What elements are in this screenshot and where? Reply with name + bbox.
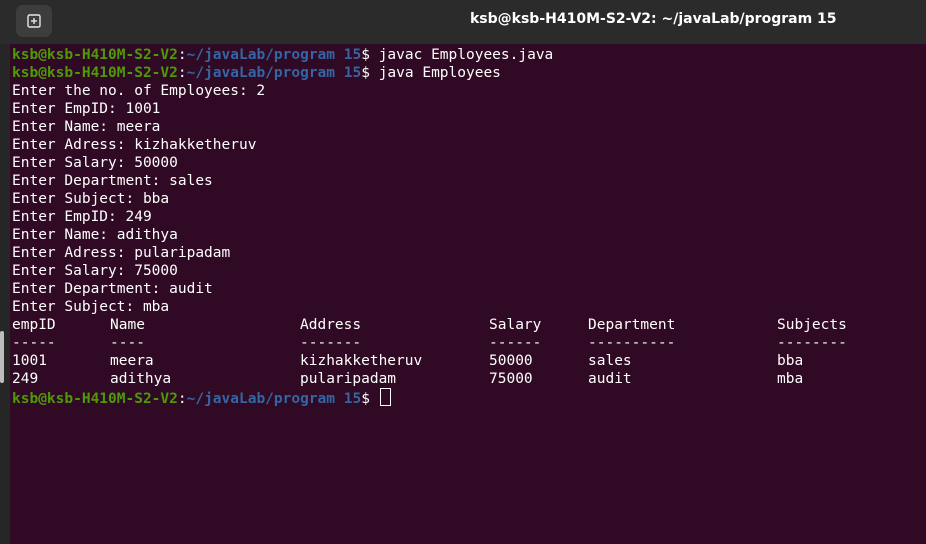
table-header: Subjects <box>777 317 847 333</box>
output-line: Enter Salary: 50000 <box>12 155 178 171</box>
prompt-user-host: ksb@ksb-H410M-S2-V2 <box>12 391 178 407</box>
prompt-separator: : <box>177 47 187 63</box>
output-line: Enter EmpID: 249 <box>12 209 152 225</box>
table-cell: mba <box>777 371 804 387</box>
prompt-symbol: $ <box>361 47 379 63</box>
output-line: Enter EmpID: 1001 <box>12 101 161 117</box>
table-cell: sales <box>588 353 632 369</box>
prompt-line: ksb@ksb-H410M-S2-V2:~/javaLab/program 15… <box>12 388 926 407</box>
prompt-separator: : <box>177 65 187 81</box>
table-cell: 249 <box>12 371 39 387</box>
table-separator: ---- <box>110 335 145 351</box>
prompt-line: ksb@ksb-H410M-S2-V2:~/javaLab/program 15… <box>12 64 926 82</box>
table-cell: 1001 <box>12 353 47 369</box>
table-cell: pularipadam <box>300 371 397 387</box>
table-header: Name <box>110 317 145 333</box>
left-gutter <box>0 44 10 544</box>
table-cell: adithya <box>110 371 172 387</box>
prompt-path: ~/javaLab/program 15 <box>186 65 362 81</box>
table-separator-row: ----- ---- ------- ------ ---------- -------- <box>12 334 926 352</box>
table-cell: audit <box>588 371 632 387</box>
table-header-row: empID Name Address Salary Department Subjects <box>12 316 926 334</box>
text-cursor[interactable] <box>379 388 391 406</box>
prompt-line: ksb@ksb-H410M-S2-V2:~/javaLab/program 15… <box>12 46 926 64</box>
table-separator: -------- <box>777 335 847 351</box>
prompt-symbol: $ <box>361 391 379 407</box>
output-line: Enter Subject: bba <box>12 191 170 207</box>
table-cell: meera <box>110 353 154 369</box>
terminal-window: ksb@ksb-H410M-S2-V2: ~/javaLab/program 1… <box>0 0 926 544</box>
output-line: Enter Name: adithya <box>12 227 178 243</box>
prompt-path: ~/javaLab/program 15 <box>186 47 362 63</box>
output-line: Enter Adress: pularipadam <box>12 245 231 261</box>
table-row: 1001 meera kizhakketheruv 50000 sales bba <box>12 352 926 370</box>
output-line: Enter Name: meera <box>12 119 161 135</box>
new-tab-icon <box>27 14 41 28</box>
output-line: Enter Department: sales <box>12 173 213 189</box>
prompt-user-host: ksb@ksb-H410M-S2-V2 <box>12 47 178 63</box>
table-header: Department <box>588 317 676 333</box>
table-header: empID <box>12 317 56 333</box>
table-separator: ------ <box>489 335 542 351</box>
table-cell: bba <box>777 353 804 369</box>
command-text: java Employees <box>378 65 501 81</box>
output-line: Enter Adress: kizhakketheruv <box>12 137 257 153</box>
title-bar: ksb@ksb-H410M-S2-V2: ~/javaLab/program 1… <box>0 0 926 44</box>
output-line: Enter Subject: mba <box>12 299 170 315</box>
table-cell: kizhakketheruv <box>300 353 423 369</box>
table-separator: ------- <box>300 335 362 351</box>
output-line: Enter Salary: 75000 <box>12 263 178 279</box>
table-header: Address <box>300 317 362 333</box>
table-separator: ---------- <box>588 335 676 351</box>
scroll-handle[interactable] <box>0 331 4 383</box>
terminal-output[interactable]: ksb@ksb-H410M-S2-V2:~/javaLab/program 15… <box>10 44 926 544</box>
output-line: Enter Department: audit <box>12 281 213 297</box>
command-text: javac Employees.java <box>378 47 554 63</box>
prompt-user-host: ksb@ksb-H410M-S2-V2 <box>12 65 178 81</box>
new-tab-button[interactable] <box>16 5 52 37</box>
output-line: Enter the no. of Employees: 2 <box>12 83 266 99</box>
table-row: 249 adithya pularipadam 75000 audit mba <box>12 370 926 388</box>
table-separator: ----- <box>12 335 56 351</box>
prompt-separator: : <box>177 391 187 407</box>
table-cell: 50000 <box>489 353 533 369</box>
prompt-path: ~/javaLab/program 15 <box>186 391 362 407</box>
table-header: Salary <box>489 317 542 333</box>
table-cell: 75000 <box>489 371 533 387</box>
window-title: ksb@ksb-H410M-S2-V2: ~/javaLab/program 1… <box>470 11 837 27</box>
prompt-symbol: $ <box>361 65 379 81</box>
